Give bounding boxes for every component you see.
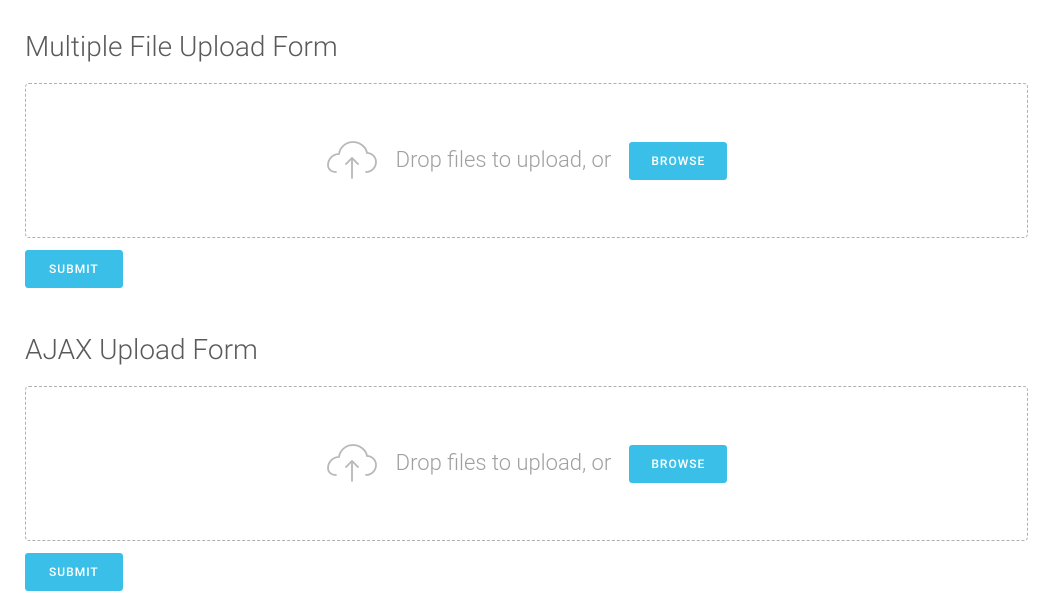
ajax-upload-title: AJAX Upload Form [25, 333, 1028, 366]
cloud-upload-icon [326, 443, 378, 485]
browse-button[interactable]: BROWSE [629, 445, 727, 483]
ajax-submit-button[interactable]: SUBMIT [25, 553, 123, 591]
dropzone-content: Drop files to upload, or BROWSE [326, 140, 728, 182]
dropzone-content: Drop files to upload, or BROWSE [326, 443, 728, 485]
ajax-dropzone[interactable]: Drop files to upload, or BROWSE [25, 386, 1028, 541]
browse-button[interactable]: BROWSE [629, 142, 727, 180]
multiple-submit-button[interactable]: SUBMIT [25, 250, 123, 288]
drop-text: Drop files to upload, or [396, 451, 612, 476]
multiple-dropzone[interactable]: Drop files to upload, or BROWSE [25, 83, 1028, 238]
multiple-upload-title: Multiple File Upload Form [25, 30, 1028, 63]
cloud-upload-icon [326, 140, 378, 182]
drop-text: Drop files to upload, or [396, 148, 612, 173]
